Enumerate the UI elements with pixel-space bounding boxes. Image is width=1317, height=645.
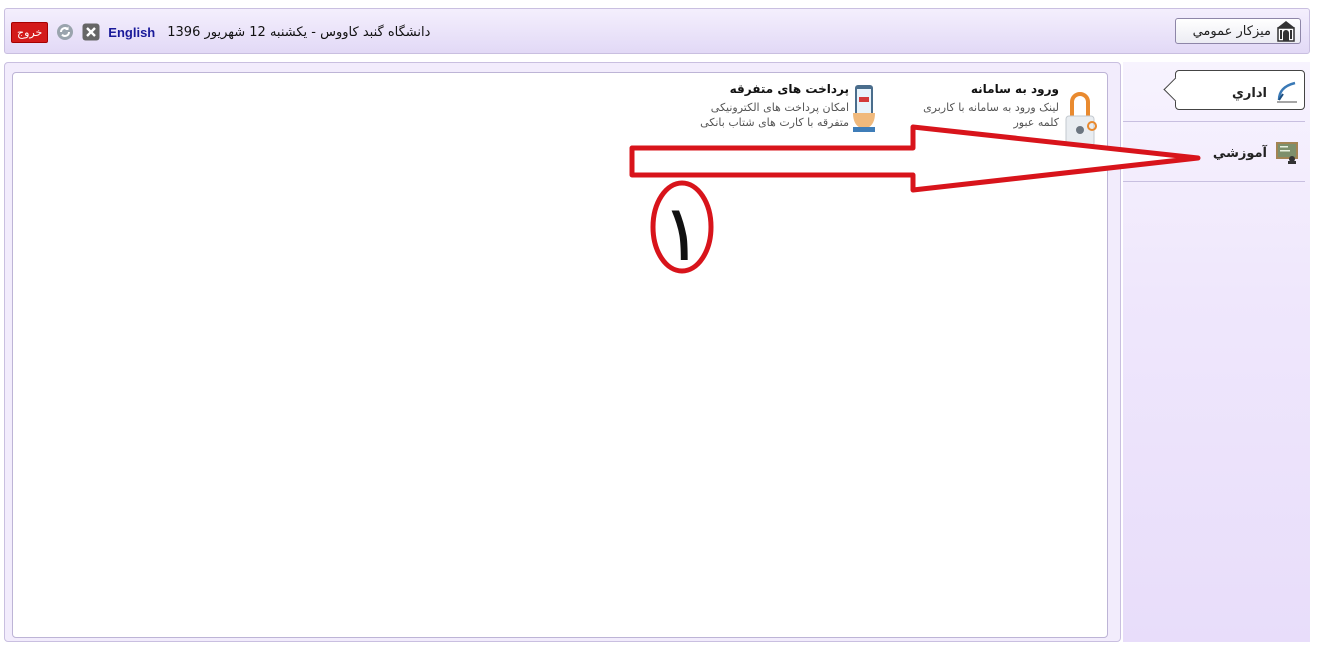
mobile-payment-icon bbox=[851, 83, 877, 136]
payments-card[interactable]: پرداخت های متفرقه امکان پرداخت های الکتر… bbox=[689, 82, 849, 130]
close-icon[interactable] bbox=[82, 23, 100, 41]
payments-card-line-2: متفرقه با کارت های شتاب بانکی bbox=[700, 116, 849, 129]
sidebar-item-label: اداري bbox=[1232, 85, 1267, 101]
sidebar-divider bbox=[1123, 121, 1305, 122]
sidebar-divider bbox=[1123, 181, 1305, 182]
payments-card-line-1: امکان پرداخت های الکترونیکی bbox=[710, 101, 849, 114]
sidebar: اداري آموزشي bbox=[1123, 62, 1310, 642]
home-desk-button[interactable]: ميزکار عمومي bbox=[1175, 18, 1301, 44]
classroom-icon bbox=[1275, 140, 1299, 167]
logout-button[interactable]: خروج bbox=[11, 21, 49, 43]
header-info: خروج English دانشگاه گنبد کاووس - یکشنبه… bbox=[11, 20, 430, 44]
refresh-icon[interactable] bbox=[56, 23, 74, 41]
building-icon bbox=[1276, 20, 1296, 42]
lock-icon bbox=[1063, 88, 1097, 151]
sidebar-item-administrative[interactable]: اداري bbox=[1123, 70, 1305, 116]
login-card[interactable]: ورود به سامانه لینک ورود به سامانه با کا… bbox=[879, 82, 1059, 130]
sidebar-item-education[interactable]: آموزشي bbox=[1123, 130, 1305, 176]
home-desk-label: ميزکار عمومي bbox=[1192, 23, 1271, 39]
pen-icon bbox=[1275, 80, 1299, 107]
login-card-line-1: لینک ورود به سامانه با کاربری bbox=[923, 101, 1059, 114]
content-panel: ورود به سامانه لینک ورود به سامانه با کا… bbox=[4, 62, 1121, 642]
login-card-line-2: کلمه عبور bbox=[1013, 116, 1059, 129]
login-card-title: ورود به سامانه bbox=[970, 82, 1059, 96]
content-area: ورود به سامانه لینک ورود به سامانه با کا… bbox=[12, 72, 1108, 638]
university-date-text: دانشگاه گنبد کاووس - یکشنبه 12 شهریور 13… bbox=[167, 24, 431, 40]
english-language-link[interactable]: English bbox=[108, 25, 155, 40]
sidebar-item-label: آموزشي bbox=[1212, 145, 1267, 161]
top-bar: خروج English دانشگاه گنبد کاووس - یکشنبه… bbox=[4, 8, 1310, 54]
payments-card-title: پرداخت های متفرقه bbox=[729, 82, 849, 96]
